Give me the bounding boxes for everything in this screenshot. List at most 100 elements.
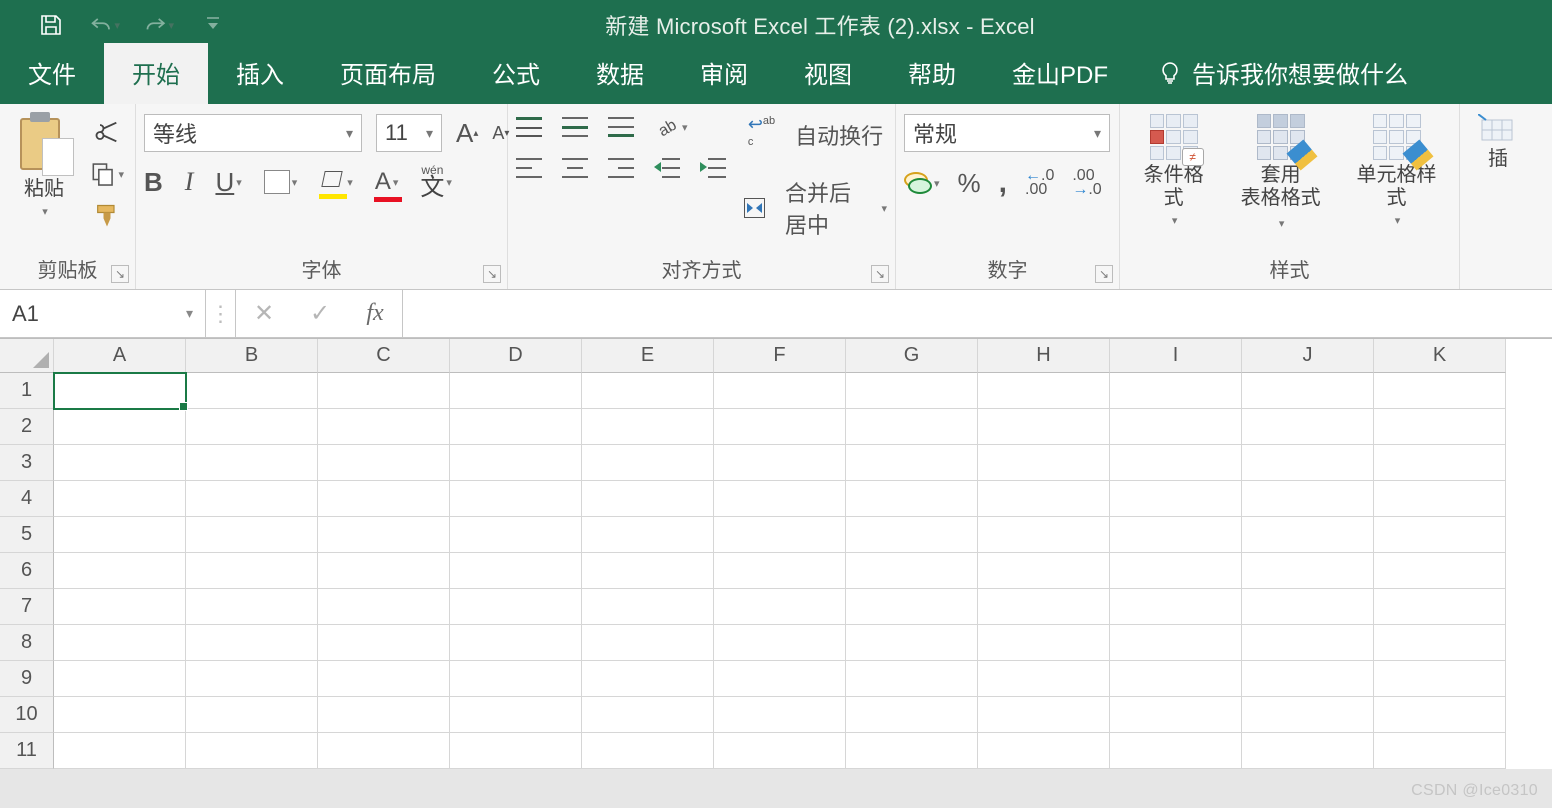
cell-K3[interactable] [1374,445,1506,481]
cell-F7[interactable] [714,589,846,625]
enter-formula-button[interactable]: ✓ [292,290,348,337]
cell-G6[interactable] [846,553,978,589]
cell-H5[interactable] [978,517,1110,553]
fx-button[interactable]: fx [348,290,402,337]
align-left-button[interactable] [516,158,542,178]
percent-format-button[interactable]: % [958,168,981,199]
align-center-button[interactable] [562,158,588,178]
accounting-format-button[interactable]: ▾ [904,172,940,194]
cell-D8[interactable] [450,625,582,661]
tell-me-search[interactable]: 告诉我你想要做什么 [1136,43,1430,104]
cell-F2[interactable] [714,409,846,445]
cell-I2[interactable] [1110,409,1242,445]
undo-button[interactable]: ▾ [90,10,120,40]
cell-J7[interactable] [1242,589,1374,625]
tab-data[interactable]: 数据 [568,43,672,104]
cell-B5[interactable] [186,517,318,553]
format-painter-button[interactable] [90,202,124,230]
cell-C2[interactable] [318,409,450,445]
cell-I5[interactable] [1110,517,1242,553]
cell-E3[interactable] [582,445,714,481]
cell-E8[interactable] [582,625,714,661]
increase-decimal-button[interactable]: ←.0.00 [1025,169,1054,198]
cell-J3[interactable] [1242,445,1374,481]
cell-K7[interactable] [1374,589,1506,625]
cell-A5[interactable] [54,517,186,553]
fill-color-button[interactable]: ▾ [319,171,353,193]
cell-E5[interactable] [582,517,714,553]
cell-H8[interactable] [978,625,1110,661]
row-header-4[interactable]: 4 [0,481,54,517]
row-header-5[interactable]: 5 [0,517,54,553]
cell-K2[interactable] [1374,409,1506,445]
col-header-B[interactable]: B [186,339,318,373]
cell-I8[interactable] [1110,625,1242,661]
row-header-2[interactable]: 2 [0,409,54,445]
row-header-6[interactable]: 6 [0,553,54,589]
cell-B6[interactable] [186,553,318,589]
cell-A9[interactable] [54,661,186,697]
increase-indent-button[interactable] [700,158,726,178]
cell-I7[interactable] [1110,589,1242,625]
cell-K6[interactable] [1374,553,1506,589]
cell-I10[interactable] [1110,697,1242,733]
col-header-F[interactable]: F [714,339,846,373]
row-header-3[interactable]: 3 [0,445,54,481]
cell-styles-button[interactable]: 单元格样式 ▾ [1342,114,1451,227]
cell-H4[interactable] [978,481,1110,517]
select-all-corner[interactable] [0,339,54,373]
cell-C10[interactable] [318,697,450,733]
qat-customize-button[interactable] [198,10,228,40]
decrease-font-button[interactable]: A▾ [492,123,509,144]
cell-C7[interactable] [318,589,450,625]
decrease-decimal-button[interactable]: .00→.0 [1072,169,1101,198]
align-right-button[interactable] [608,158,634,178]
cell-G5[interactable] [846,517,978,553]
cell-F10[interactable] [714,697,846,733]
cell-K11[interactable] [1374,733,1506,769]
conditional-formatting-button[interactable]: ≠ 条件格式 ▾ [1128,114,1219,227]
cell-I1[interactable] [1110,373,1242,409]
col-header-E[interactable]: E [582,339,714,373]
row-header-1[interactable]: 1 [0,373,54,409]
cell-C9[interactable] [318,661,450,697]
increase-font-button[interactable]: A▴ [456,118,478,149]
cell-D3[interactable] [450,445,582,481]
cell-I9[interactable] [1110,661,1242,697]
name-box[interactable]: A1 ▾ [0,290,206,337]
cell-J8[interactable] [1242,625,1374,661]
cell-J4[interactable] [1242,481,1374,517]
tab-kingsoft-pdf[interactable]: 金山PDF [984,43,1136,104]
cell-A4[interactable] [54,481,186,517]
cell-E10[interactable] [582,697,714,733]
cell-A3[interactable] [54,445,186,481]
cell-K5[interactable] [1374,517,1506,553]
cell-F1[interactable] [714,373,846,409]
cell-C3[interactable] [318,445,450,481]
cell-E1[interactable] [582,373,714,409]
save-button[interactable] [36,10,66,40]
cell-H2[interactable] [978,409,1110,445]
cell-D6[interactable] [450,553,582,589]
col-header-H[interactable]: H [978,339,1110,373]
row-header-10[interactable]: 10 [0,697,54,733]
cell-F11[interactable] [714,733,846,769]
cell-D11[interactable] [450,733,582,769]
cell-E6[interactable] [582,553,714,589]
cell-H10[interactable] [978,697,1110,733]
cell-J1[interactable] [1242,373,1374,409]
font-size-combo[interactable]: 11▾ [376,114,442,152]
cell-H7[interactable] [978,589,1110,625]
row-header-9[interactable]: 9 [0,661,54,697]
tab-insert[interactable]: 插入 [208,43,312,104]
font-dialog-launcher[interactable] [483,265,501,283]
row-header-11[interactable]: 11 [0,733,54,769]
comma-format-button[interactable]: , [999,166,1007,200]
cell-A11[interactable] [54,733,186,769]
cell-B3[interactable] [186,445,318,481]
cell-H9[interactable] [978,661,1110,697]
cell-A7[interactable] [54,589,186,625]
cell-G8[interactable] [846,625,978,661]
phonetic-guide-button[interactable]: wén文▾ [420,164,452,200]
cell-B11[interactable] [186,733,318,769]
